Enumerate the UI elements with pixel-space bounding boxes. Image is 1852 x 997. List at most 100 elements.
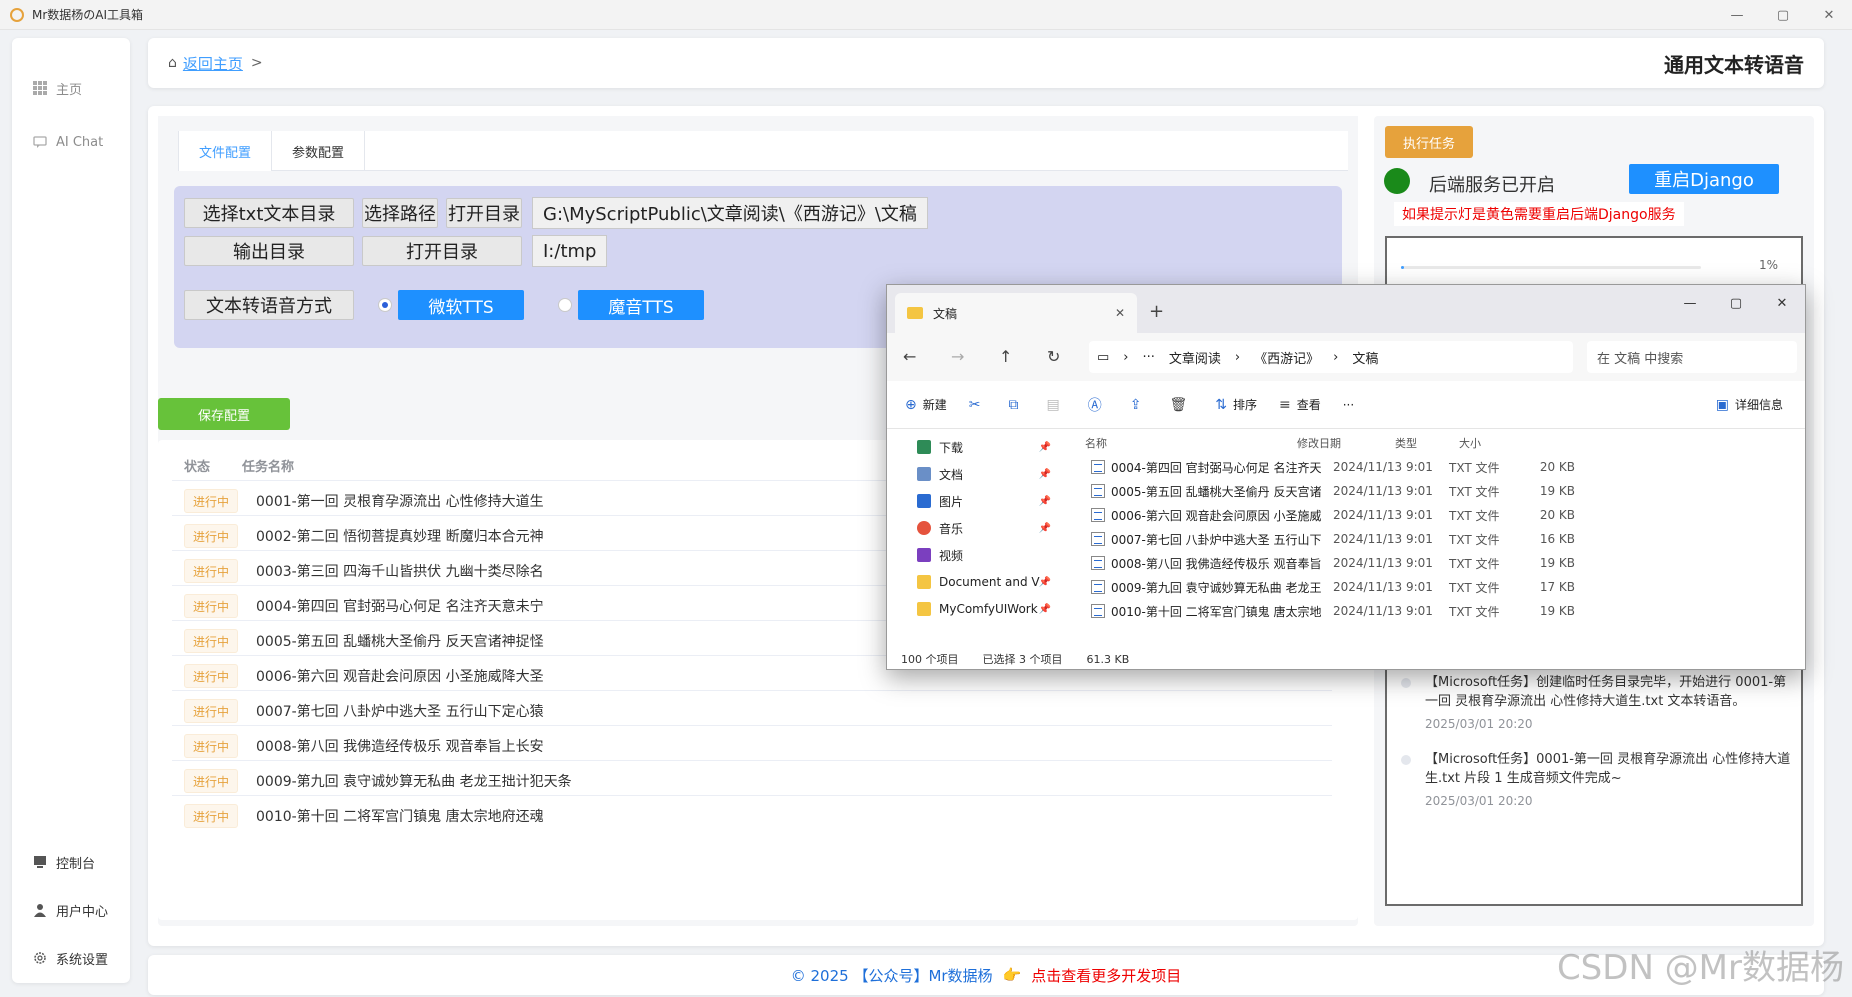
warning-text: 如果提示灯是黄色需要重启后端Django服务 [1394, 202, 1684, 226]
cut-icon[interactable]: ✂ [969, 397, 987, 413]
open-input-dir-button[interactable]: 打开目录 [446, 198, 522, 228]
sidebar-item-label: 系统设置 [56, 952, 109, 968]
file-row[interactable]: 0004-第四回 官封弼马心何足 名注齐天... 2024/11/13 9:01 T… [1071, 455, 1805, 479]
sidebar-item-user-center[interactable]: 用户中心 [12, 890, 130, 930]
status-badge: 进行中 [184, 594, 238, 618]
file-explorer-window: 文稿 ✕ + — ▢ ✕ ← → ↑ ↻ ▭ › ··· 文章阅读 › 《西游记… [886, 284, 1806, 670]
breadcrumb-chevron-icon: › [1333, 349, 1339, 365]
txt-file-icon [1091, 508, 1105, 522]
tab-param-config[interactable]: 参数配置 [272, 131, 366, 171]
app-logo-icon [10, 7, 24, 22]
progress-bar [1401, 266, 1701, 269]
moyin-tts-option[interactable]: 魔音TTS [578, 290, 704, 320]
status-badge: 进行中 [184, 664, 238, 688]
refresh-icon[interactable]: ↻ [1047, 347, 1060, 366]
item-count: 100 个项目 [901, 653, 959, 666]
tab-file-config[interactable]: 文件配置 [178, 131, 273, 171]
nav-item-pictures[interactable]: 图片 📌 [917, 491, 1057, 511]
task-name: 0008-第八回 我佛造经传极乐 观音奉旨上长安 [256, 739, 544, 755]
close-tab-icon[interactable]: ✕ [1115, 306, 1125, 320]
microsoft-tts-option[interactable]: 微软TTS [398, 290, 524, 320]
file-row[interactable]: 0010-第十回 二将军宫门镇鬼 唐太宗地... 2024/11/13 9:01 T… [1071, 599, 1805, 623]
nav-item-music[interactable]: 音乐 📌 [917, 518, 1057, 538]
radio-microsoft-tts[interactable] [378, 298, 392, 312]
back-arrow-icon[interactable]: ← [903, 347, 916, 366]
view-button[interactable]: ≡ 查看 [1279, 396, 1321, 413]
sidebar-item-console[interactable]: 控制台 [12, 842, 130, 882]
progress-percent: 1% [1759, 258, 1779, 272]
share-icon[interactable]: ⇪ [1130, 397, 1148, 413]
nav-item-downloads[interactable]: 下载 📌 [917, 437, 1057, 457]
restart-django-button[interactable]: 重启Django [1629, 164, 1779, 194]
explorer-close-button[interactable]: ✕ [1759, 291, 1805, 315]
status-badge: 进行中 [184, 734, 238, 758]
pointing-hand-icon: 👉 [1002, 966, 1022, 984]
file-row[interactable]: 0008-第八回 我佛造经传极乐 观音奉旨... 2024/11/13 9:01 T… [1071, 551, 1805, 575]
rename-icon[interactable]: Ⓐ [1088, 395, 1108, 415]
explorer-tabbar: 文稿 ✕ + — ▢ ✕ [887, 285, 1805, 333]
new-button[interactable]: ⊕ 新建 [905, 396, 947, 413]
paste-icon[interactable]: ▤ [1046, 397, 1065, 413]
breadcrumb-item[interactable]: 文章阅读 [1169, 348, 1221, 367]
select-txt-dir-button[interactable]: 选择txt文本目录 [184, 198, 354, 228]
nav-item-document-and-v[interactable]: Document and V 📌 [917, 572, 1057, 592]
file-row[interactable]: 0006-第六回 观音赴会问原因 小圣施威... 2024/11/13 9:01 T… [1071, 503, 1805, 527]
sort-button[interactable]: ⇅ 排序 [1215, 396, 1257, 413]
explorer-tab[interactable]: 文稿 ✕ [895, 293, 1137, 333]
explorer-minimize-button[interactable]: — [1667, 291, 1713, 315]
select-path-button[interactable]: 选择路径 [362, 198, 438, 228]
config-tabs: 文件配置 参数配置 [178, 131, 1348, 171]
maximize-button[interactable]: ▢ [1760, 0, 1806, 30]
sidebar-item-home[interactable]: 主页 [12, 68, 130, 108]
file-row[interactable]: 0007-第七回 八卦炉中逃大圣 五行山下... 2024/11/13 9:01 T… [1071, 527, 1805, 551]
details-button[interactable]: ▣ 详细信息 [1716, 396, 1783, 413]
column-type[interactable]: 类型 [1395, 435, 1459, 451]
up-arrow-icon[interactable]: ↑ [999, 347, 1012, 366]
file-row[interactable]: 0005-第五回 乱蟠桃大圣偷丹 反天宫诸... 2024/11/13 9:01 T… [1071, 479, 1805, 503]
open-output-dir-button[interactable]: 打开目录 [362, 236, 522, 266]
more-projects-link[interactable]: 点击查看更多开发项目 [1031, 965, 1181, 986]
window-controls: — ▢ ✕ [1714, 0, 1852, 30]
breadcrumb-item[interactable]: 《西游记》 [1254, 348, 1319, 367]
column-name[interactable]: 名称 [1071, 435, 1297, 451]
forward-arrow-icon[interactable]: → [951, 347, 964, 366]
selection-count: 已选择 3 个项目 [982, 653, 1063, 666]
sidebar-item-ai-chat[interactable]: AI Chat [12, 122, 130, 162]
log-time: 2025/03/01 20:20 [1425, 794, 1533, 808]
breadcrumb-more[interactable]: ··· [1143, 350, 1155, 365]
more-options-button[interactable]: ··· [1343, 398, 1354, 412]
file-row[interactable]: 0009-第九回 袁守诚妙算无私曲 老龙王... 2024/11/13 9:01 T… [1071, 575, 1805, 599]
output-path-field[interactable]: I:/tmp [532, 235, 608, 267]
minimize-button[interactable]: — [1714, 0, 1760, 30]
task-name: 0003-第三回 四海千山皆拱伏 九幽十类尽除名 [256, 564, 544, 580]
radio-moyin-tts[interactable] [558, 298, 572, 312]
execute-task-button[interactable]: 执行任务 [1385, 126, 1473, 158]
explorer-maximize-button[interactable]: ▢ [1713, 291, 1759, 315]
file-list-header: 名称 修改日期 类型 大小 [1071, 429, 1805, 457]
close-button[interactable]: ✕ [1806, 0, 1852, 30]
column-size[interactable]: 大小 [1459, 435, 1519, 451]
sidebar-item-label: 控制台 [56, 856, 96, 872]
back-home-link[interactable]: 返回主页 [183, 53, 243, 74]
delete-icon[interactable]: 🗑 [1169, 397, 1193, 413]
nav-item-videos[interactable]: 视频 [917, 545, 1057, 565]
breadcrumb-item[interactable]: 文稿 [1352, 348, 1378, 367]
explorer-status-bar: 100 个项目 已选择 3 个项目 61.3 KB [887, 649, 1805, 669]
log-item: 【Microsoft任务】创建临时任务目录完毕，开始进行 0001-第一回 灵根… [1401, 673, 1795, 731]
nav-item-mycomfyuiwork[interactable]: MyComfyUIWork 📌 [917, 599, 1057, 619]
computer-icon: ▭ [1097, 349, 1110, 365]
sidebar-item-settings[interactable]: 系统设置 [12, 938, 130, 978]
table-row: 进行中 0010-第十回 二将军宫门镇鬼 唐太宗地府还魂 [172, 795, 1332, 836]
txt-file-icon [1091, 532, 1105, 546]
explorer-search-input[interactable]: 在 文稿 中搜索 [1587, 341, 1797, 373]
new-tab-button[interactable]: + [1149, 301, 1164, 322]
output-dir-button[interactable]: 输出目录 [184, 236, 354, 266]
nav-item-documents[interactable]: 文档 📌 [917, 464, 1057, 484]
task-name: 0002-第二回 悟彻菩提真妙理 断魔归本合元神 [256, 529, 544, 545]
path-breadcrumb[interactable]: ▭ › ··· 文章阅读 › 《西游记》 › 文稿 [1089, 341, 1573, 373]
copy-icon[interactable]: ⧉ [1008, 397, 1024, 413]
input-path-field[interactable]: G:\MyScriptPublic\文章阅读\《西游记》\文稿 [532, 197, 928, 229]
save-config-button[interactable]: 保存配置 [158, 398, 290, 430]
log-text: 【Microsoft任务】0001-第一回 灵根育孕源流出 心性修持大道生.tx… [1425, 752, 1791, 786]
column-date[interactable]: 修改日期 [1297, 435, 1395, 451]
